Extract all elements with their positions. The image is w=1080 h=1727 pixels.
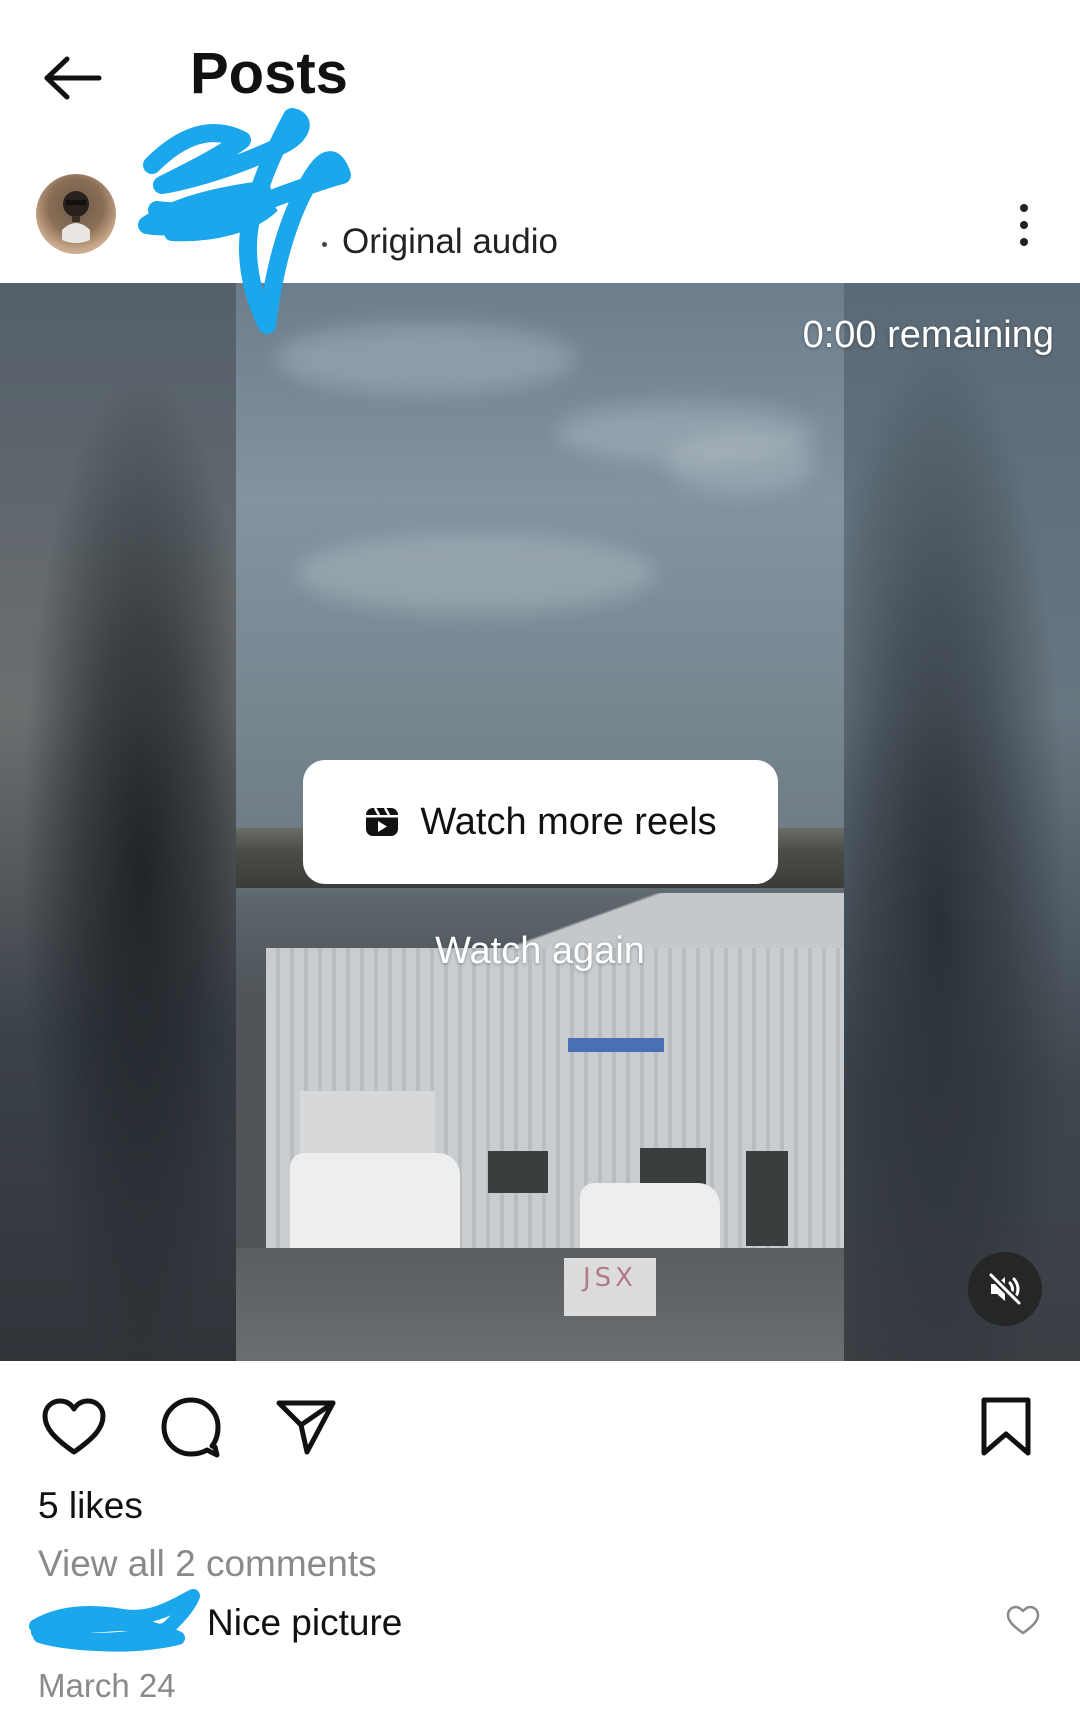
like-button[interactable] bbox=[38, 1391, 110, 1463]
more-vertical-icon bbox=[1020, 204, 1028, 212]
avatar-image bbox=[62, 191, 90, 243]
address-plate bbox=[568, 1038, 664, 1052]
watch-again-button[interactable]: Watch again bbox=[0, 930, 1080, 973]
page-title: Posts bbox=[190, 41, 348, 106]
audio-label[interactable]: Original audio bbox=[342, 220, 558, 264]
video-blur-left bbox=[0, 283, 236, 1361]
comment-bubble-icon bbox=[161, 1397, 221, 1458]
view-all-comments-link[interactable]: View all 2 comments bbox=[38, 1541, 377, 1587]
avatar[interactable] bbox=[36, 174, 116, 254]
top-app-bar: Posts bbox=[0, 0, 1080, 150]
building-window bbox=[488, 1151, 548, 1193]
comment-like-button[interactable] bbox=[1003, 1600, 1043, 1640]
comment-button[interactable] bbox=[155, 1391, 227, 1463]
speaker-muted-icon bbox=[987, 1271, 1023, 1307]
arrow-left-icon bbox=[44, 56, 102, 100]
heart-icon bbox=[42, 1398, 106, 1455]
save-button[interactable] bbox=[970, 1391, 1042, 1463]
likes-count[interactable]: 5 likes bbox=[38, 1483, 143, 1529]
paper-plane-icon bbox=[276, 1400, 336, 1455]
redaction-scribble bbox=[29, 1589, 200, 1652]
share-button[interactable] bbox=[270, 1391, 342, 1463]
reel-video[interactable]: JSX 0:00 remaining Watch more reels Watc… bbox=[0, 283, 1080, 1361]
more-options-button[interactable] bbox=[996, 190, 1052, 260]
post-date: March 24 bbox=[38, 1667, 176, 1704]
post-action-bar bbox=[0, 1381, 1080, 1469]
comment-preview: Nice picture bbox=[0, 1589, 1080, 1654]
ground bbox=[236, 1248, 844, 1361]
time-remaining: 0:00 remaining bbox=[802, 314, 1054, 356]
watch-more-reels-button[interactable]: Watch more reels bbox=[303, 760, 778, 884]
reels-icon bbox=[366, 807, 399, 836]
mute-toggle-button[interactable] bbox=[968, 1252, 1042, 1326]
white-van bbox=[290, 1153, 460, 1253]
comment-text: Nice picture bbox=[207, 1602, 403, 1643]
video-blur-right bbox=[844, 283, 1080, 1361]
back-button[interactable] bbox=[36, 42, 108, 114]
bookmark-icon bbox=[981, 1397, 1031, 1456]
post-author-row: Original audio bbox=[0, 160, 1080, 280]
watch-more-reels-label: Watch more reels bbox=[420, 800, 717, 843]
heart-outline-icon bbox=[1006, 1605, 1040, 1635]
jsx-sign: JSX bbox=[564, 1258, 656, 1316]
building-door bbox=[746, 1151, 788, 1246]
separator-dot bbox=[322, 242, 327, 247]
